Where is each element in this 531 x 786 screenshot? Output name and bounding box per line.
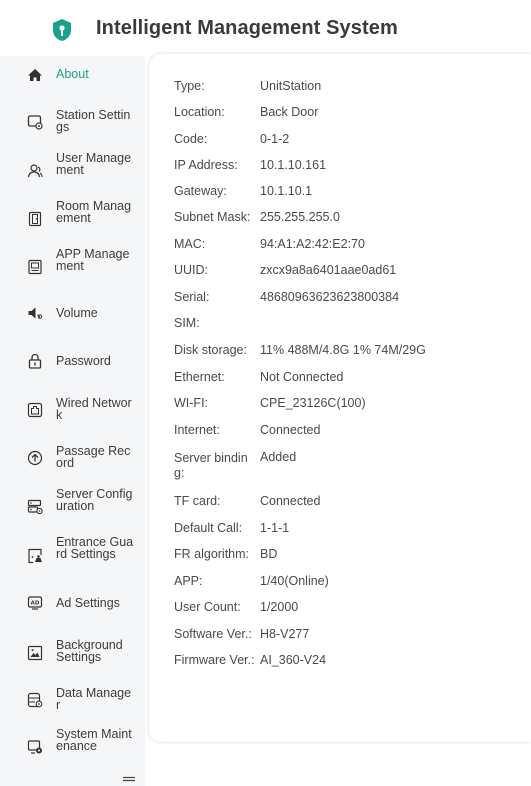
sidebar-item-label: About	[56, 67, 89, 81]
info-key: UUID:	[174, 263, 209, 277]
station-settings-icon	[27, 114, 43, 130]
info-value: UnitStation	[260, 79, 322, 93]
info-value: Back Door	[260, 105, 319, 119]
sidebar-item-label: Passage Record	[56, 444, 131, 470]
sidebar-item-label: Background Settings	[56, 638, 123, 664]
sidebar-item-label: Station Settings	[56, 108, 131, 134]
info-key: Default Call:	[174, 521, 243, 535]
info-value: BD	[260, 547, 278, 561]
app-icon	[27, 259, 43, 275]
info-key: Code:	[174, 132, 208, 146]
user-icon	[27, 163, 43, 179]
info-value: 11% 488M/4.8G 1% 74M/29G	[260, 343, 426, 357]
info-value: 1/2000	[260, 600, 299, 614]
info-key: Firmware Ver.:	[174, 653, 255, 667]
door-icon	[27, 211, 43, 227]
info-key: APP:	[174, 574, 203, 588]
sidebar-item-app-management[interactable]: APP Management	[0, 248, 145, 286]
sidebar-item-room-management[interactable]: Room Management	[0, 200, 145, 238]
sidebar-item-label: Room Management	[56, 199, 132, 225]
sidebar-item-label: System Maintenance	[56, 727, 132, 753]
sidebar-item-label: Server Configuration	[56, 487, 133, 513]
about-panel: Type: UnitStation Location: Back Door Co…	[149, 54, 531, 742]
info-key: TF card:	[174, 494, 221, 508]
info-key: Software Ver.:	[174, 627, 252, 641]
info-value: 1/40(Online)	[260, 574, 329, 588]
info-value: Not Connected	[260, 370, 344, 384]
info-value: 255.255.255.0	[260, 210, 340, 224]
sidebar-item-volume[interactable]: Volume	[0, 304, 145, 322]
info-value: 10.1.10.1	[260, 184, 313, 198]
sidebar-item-data-manager[interactable]: Data Manager	[0, 686, 145, 714]
info-value: Added	[260, 450, 297, 464]
sidebar-item-label: Ad Settings	[56, 596, 120, 610]
info-value: CPE_23126C(100)	[260, 396, 366, 410]
shield-logo-icon	[53, 19, 71, 41]
sidebar-item-label: User Management	[56, 151, 132, 177]
info-value: 48680963623623800384	[260, 290, 400, 304]
info-key: Gateway:	[174, 184, 227, 198]
info-key: Subnet Mask:	[174, 210, 251, 224]
sidebar-item-label: Data Manager	[56, 686, 132, 712]
sidebar-item-label: Wired Network	[56, 396, 132, 422]
info-key: FR algorithm:	[174, 547, 250, 561]
sidebar-item-label: Volume	[56, 306, 98, 320]
info-value: Connected	[260, 494, 321, 508]
info-value: 10.1.10.161	[260, 158, 327, 172]
info-key: IP Address:	[174, 158, 238, 172]
sidebar-item-about[interactable]: About	[0, 64, 145, 86]
sidebar-item-server-configuration[interactable]: Server Configuration	[0, 488, 145, 526]
info-key: MAC:	[174, 237, 206, 251]
info-value: zxcx9a8a6401aae0ad61	[260, 263, 397, 277]
info-key: User Count:	[174, 600, 241, 614]
sidebar-item-label: Password	[56, 354, 111, 368]
info-value: H8-V277	[260, 627, 310, 641]
maintenance-icon	[27, 739, 43, 755]
sidebar-item-wired-network[interactable]: Wired Network	[0, 396, 145, 424]
sidebar-item-station-settings[interactable]: Station Settings	[0, 108, 145, 136]
sidebar-item-label: Entrance Guard Settings	[56, 535, 134, 561]
sidebar-item-system-maintenance[interactable]: System Maintenance	[0, 728, 145, 766]
entrance-guard-icon	[27, 548, 43, 564]
ad-icon: AD	[27, 595, 43, 611]
app-header: Intelligent Management System	[0, 0, 531, 56]
sidebar-item-background-settings[interactable]: Background Settings	[0, 638, 145, 666]
info-value: 1-1-1	[260, 521, 290, 535]
info-value: Connected	[260, 423, 321, 437]
info-value: 0-1-2	[260, 132, 290, 146]
volume-icon	[27, 305, 43, 321]
info-key: Serial:	[174, 290, 210, 304]
sidebar-item-passage-record[interactable]: Passage Record	[0, 444, 145, 472]
svg-text:AD: AD	[31, 601, 40, 607]
home-icon	[27, 67, 43, 83]
info-key: Server binding:	[174, 451, 248, 480]
image-icon	[27, 645, 43, 661]
sidebar-item-ad-settings[interactable]: AD Ad Settings	[0, 594, 145, 612]
info-key: Disk storage:	[174, 343, 247, 357]
info-key: Ethernet:	[174, 370, 225, 384]
menu-collapse-icon[interactable]	[122, 776, 136, 784]
info-key: Location:	[174, 105, 225, 119]
record-icon	[27, 450, 43, 466]
sidebar-item-user-management[interactable]: User Management	[0, 152, 145, 190]
info-key: SIM:	[174, 316, 200, 330]
info-key: Type:	[174, 79, 205, 93]
info-value: 94:A1:A2:42:E2:70	[260, 237, 365, 251]
lock-icon	[27, 353, 43, 369]
database-icon	[27, 692, 43, 708]
sidebar-item-label: APP Management	[56, 247, 130, 273]
sidebar-item-password[interactable]: Password	[0, 352, 145, 370]
sidebar-item-entrance-guard-settings[interactable]: Entrance Guard Settings	[0, 536, 145, 574]
info-value: AI_360-V24	[260, 653, 327, 667]
app-title: Intelligent Management System	[96, 17, 398, 39]
info-key: Internet:	[174, 423, 220, 437]
sidebar: About Station Settings User Management R…	[0, 56, 145, 786]
info-key: WI-FI:	[174, 396, 209, 410]
server-icon	[27, 499, 43, 515]
network-icon	[27, 402, 43, 418]
